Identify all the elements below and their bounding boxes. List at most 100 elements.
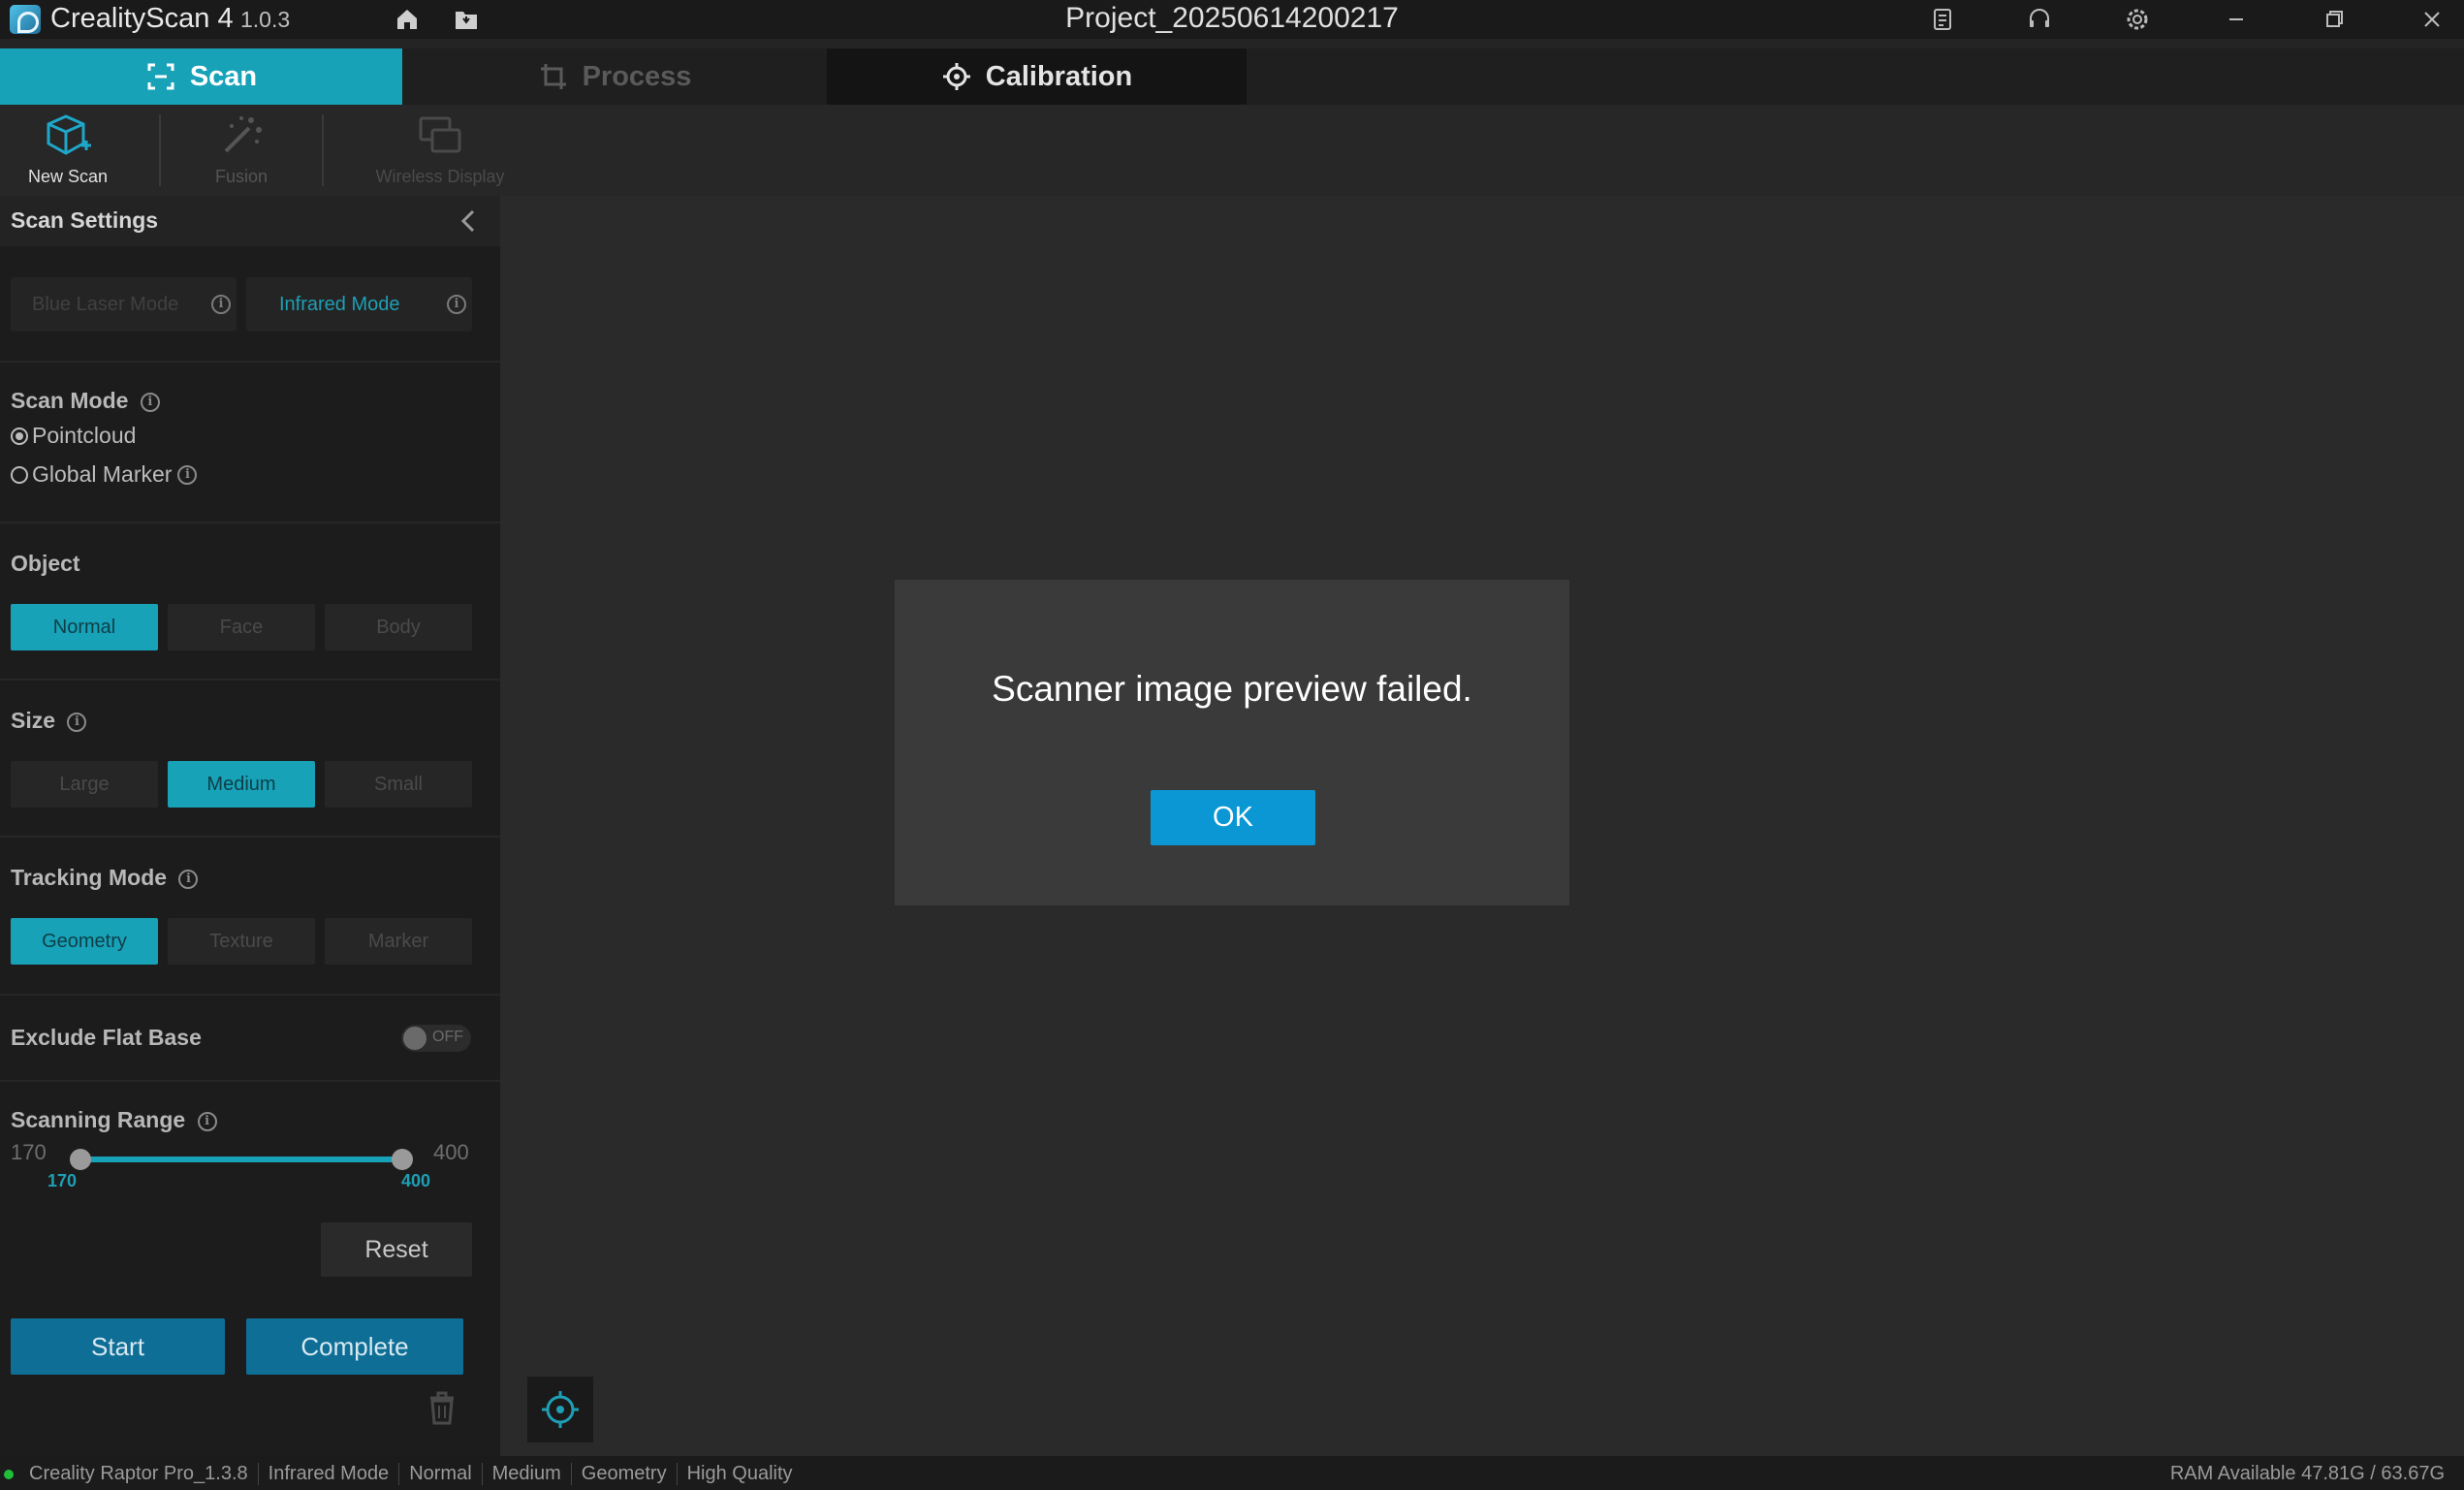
radio-unselected-icon xyxy=(11,465,28,484)
toggle-state-label: OFF xyxy=(432,1029,463,1045)
minimize-icon[interactable] xyxy=(2221,4,2252,35)
crosshair-icon xyxy=(942,63,970,90)
infrared-mode-label: Infrared Mode xyxy=(279,293,400,315)
new-scan-label: New Scan xyxy=(27,167,109,186)
app-version: 1.0.3 xyxy=(240,7,291,32)
home-icon[interactable] xyxy=(394,6,421,33)
size-small-button[interactable]: Small xyxy=(325,761,472,808)
section-divider xyxy=(0,679,500,681)
size-label: Size xyxy=(11,708,56,733)
scan-mode-label: Scan Mode xyxy=(11,388,129,413)
tracking-texture-button[interactable]: Texture xyxy=(168,918,315,965)
scanning-range-low-handle[interactable] xyxy=(70,1149,91,1170)
scanning-range-slider-track[interactable] xyxy=(79,1157,403,1162)
range-min-label: 170 xyxy=(11,1140,47,1164)
tracking-mode-label: Tracking Mode xyxy=(11,865,168,890)
tracking-geometry-button[interactable]: Geometry xyxy=(11,918,158,965)
object-body-button[interactable]: Body xyxy=(325,604,472,650)
size-medium-button[interactable]: Medium xyxy=(168,761,315,808)
blue-laser-mode-label: Blue Laser Mode xyxy=(32,293,179,315)
notes-icon[interactable] xyxy=(1927,4,1958,35)
project-title: Project_20250614200217 xyxy=(1065,2,1399,34)
app-logo xyxy=(10,5,41,34)
target-locate-icon xyxy=(542,1391,579,1428)
fusion-label: Fusion xyxy=(214,167,269,186)
infrared-mode-button[interactable]: Infrared Mode i xyxy=(246,277,472,332)
main-tabs: Scan Process Calibration xyxy=(0,48,2464,105)
tracking-marker-button[interactable]: Marker xyxy=(325,918,472,965)
dialog-message: Scanner image preview failed. xyxy=(992,669,1472,709)
section-divider xyxy=(0,1080,500,1082)
scan-settings-header: Scan Settings xyxy=(0,196,500,246)
fusion-sparkle-icon xyxy=(224,116,262,153)
status-size: Medium xyxy=(481,1463,571,1485)
crop-icon xyxy=(540,64,566,89)
error-dialog: Scanner image preview failed. OK xyxy=(895,580,1569,905)
global-marker-label: Global Marker xyxy=(32,461,173,487)
restore-icon[interactable] xyxy=(2319,4,2350,35)
trash-icon[interactable] xyxy=(426,1389,458,1426)
object-normal-button[interactable]: Normal xyxy=(11,604,158,650)
scan-mode-option-global-marker[interactable]: Global Marker i xyxy=(11,461,198,488)
locate-view-button[interactable] xyxy=(527,1377,593,1442)
app-name: CrealityScan 4 xyxy=(50,3,234,34)
status-bar: Creality Raptor Pro_1.3.8 Infrared Mode … xyxy=(0,1456,2464,1490)
new-scan-button[interactable]: New Scan xyxy=(16,105,120,196)
wireless-display-label: Wireless Display xyxy=(375,167,505,186)
tab-process[interactable]: Process xyxy=(402,48,827,105)
toolbar-divider xyxy=(322,114,324,186)
tab-calibration-label: Calibration xyxy=(985,60,1133,92)
support-headset-icon[interactable] xyxy=(2024,4,2055,35)
folder-save-icon[interactable] xyxy=(453,6,480,33)
range-max-label: 400 xyxy=(433,1140,469,1164)
range-low-value: 170 xyxy=(47,1171,78,1190)
status-quality: High Quality xyxy=(676,1463,803,1485)
info-icon[interactable]: i xyxy=(140,392,160,412)
collapse-chevron-left-icon[interactable] xyxy=(456,207,483,235)
wireless-display-button[interactable]: Wireless Display xyxy=(368,105,512,196)
info-icon[interactable]: i xyxy=(447,295,466,314)
complete-button[interactable]: Complete xyxy=(246,1318,463,1375)
size-large-button[interactable]: Large xyxy=(11,761,158,808)
section-divider xyxy=(0,522,500,523)
info-icon[interactable]: i xyxy=(197,1111,217,1131)
scanning-range-heading: Scanning Range i xyxy=(11,1107,217,1133)
size-heading: Size i xyxy=(11,708,87,734)
toggle-knob xyxy=(403,1027,426,1050)
start-button[interactable]: Start xyxy=(11,1318,225,1375)
section-divider xyxy=(0,994,500,996)
status-device: Creality Raptor Pro_1.3.8 xyxy=(29,1463,248,1484)
reset-button[interactable]: Reset xyxy=(321,1222,472,1277)
exclude-flat-base-toggle[interactable]: OFF xyxy=(401,1025,471,1052)
status-items: Creality Raptor Pro_1.3.8 Infrared Mode … xyxy=(29,1463,803,1485)
title-bar: CrealityScan 4 1.0.3 Project_20250614200… xyxy=(0,0,2464,39)
tracking-mode-heading: Tracking Mode i xyxy=(11,865,199,891)
tab-scan[interactable]: Scan xyxy=(0,48,402,105)
wireless-display-icon xyxy=(419,116,461,153)
scan-mode-option-pointcloud[interactable]: Pointcloud xyxy=(11,423,136,449)
object-heading: Object xyxy=(11,551,80,576)
range-high-value: 400 xyxy=(401,1171,431,1190)
radio-selected-icon xyxy=(11,427,28,445)
scan-frame-icon xyxy=(147,63,174,90)
info-icon[interactable]: i xyxy=(178,869,199,889)
tab-scan-label: Scan xyxy=(189,60,258,92)
info-icon[interactable]: i xyxy=(67,712,87,732)
scanning-range-high-handle[interactable] xyxy=(392,1149,413,1170)
blue-laser-mode-button[interactable]: Blue Laser Mode i xyxy=(11,277,237,332)
scanning-range-label: Scanning Range xyxy=(11,1107,186,1132)
settings-gear-icon[interactable] xyxy=(2122,4,2153,35)
fusion-button[interactable]: Fusion xyxy=(188,105,295,196)
section-divider xyxy=(0,836,500,838)
tab-process-label: Process xyxy=(582,60,692,92)
section-divider xyxy=(0,361,500,363)
connection-status-dot xyxy=(4,1470,14,1479)
object-face-button[interactable]: Face xyxy=(168,604,315,650)
tab-calibration[interactable]: Calibration xyxy=(827,48,1247,105)
status-light-mode: Infrared Mode xyxy=(257,1463,399,1485)
close-icon[interactable] xyxy=(2417,4,2448,35)
info-icon[interactable]: i xyxy=(177,464,198,485)
info-icon[interactable]: i xyxy=(211,295,231,314)
scan-settings-panel: Scan Settings Blue Laser Mode i Infrared… xyxy=(0,196,500,1456)
ok-button[interactable]: OK xyxy=(1151,790,1315,845)
